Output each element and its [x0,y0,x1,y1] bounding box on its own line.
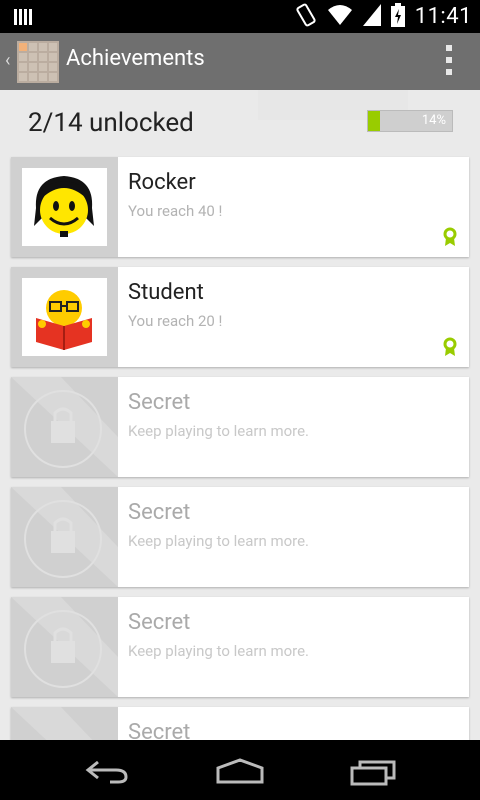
achievement-card[interactable]: Student You reach 20 ! [11,267,469,367]
achievement-name: Secret [128,390,191,415]
achievement-thumb-frame [11,157,118,257]
achievement-thumb-frame [11,597,118,697]
award-ribbon-icon [443,227,457,247]
signal-icon [362,3,381,30]
page-title: Achievements [66,46,205,71]
achievement-name: Secret [128,720,191,740]
status-bar: 11:41 [0,0,480,33]
lock-icon [11,707,93,740]
achievement-description: You reach 20 ! [128,312,223,330]
recent-apps-icon [350,760,396,786]
back-arrow-icon [85,760,128,784]
achievement-name: Student [128,280,204,305]
progress-fill [368,111,380,131]
achievement-description: Keep playing to learn more. [128,422,310,440]
up-caret-icon[interactable]: ‹ [5,50,10,71]
achievement-name: Secret [128,500,191,525]
achievements-list[interactable]: 2/14 unlocked 14% Rocker You reach 40 ! [0,90,480,740]
back-button[interactable] [84,758,130,788]
clock: 11:41 [414,4,472,29]
battery-icon [390,2,405,31]
achievement-card-locked[interactable]: Secret Keep playing to learn more. [11,377,469,477]
achievement-description: Keep playing to learn more. [128,532,310,550]
unlocked-count: 2/14 unlocked [28,108,194,138]
app-icon[interactable] [17,41,59,83]
overflow-menu-icon[interactable] [446,45,454,77]
lock-icon [11,377,118,477]
vibrate-icon [295,3,317,31]
achievement-card-locked[interactable]: Secret [11,707,469,740]
achievement-card-locked[interactable]: Secret Keep playing to learn more. [11,597,469,697]
achievement-thumb-frame [11,267,118,367]
achievement-name: Rocker [128,170,196,195]
progress-bar: 14% [367,110,453,132]
achievement-card[interactable]: Rocker You reach 40 ! [11,157,469,257]
home-icon [216,758,264,784]
achievement-card-locked[interactable]: Secret Keep playing to learn more. [11,487,469,587]
rocker-smiley-icon [22,168,107,246]
notification-icon [14,7,32,31]
wifi-icon [327,4,353,30]
achievement-thumb-frame [11,707,118,740]
lock-icon [11,597,118,697]
achievement-description: Keep playing to learn more. [128,642,310,660]
progress-label: 14% [421,113,446,128]
navigation-bar [0,740,480,800]
award-ribbon-icon [443,337,457,357]
recent-apps-button[interactable] [350,758,398,790]
achievement-description: You reach 40 ! [128,202,223,220]
action-bar: ‹ Achievements [0,33,480,90]
home-button[interactable] [214,758,266,788]
lock-icon [11,487,118,587]
achievement-thumb-frame [11,487,118,587]
student-smiley-icon [22,278,107,356]
achievement-name: Secret [128,610,191,635]
achievement-thumb-frame [11,377,118,477]
